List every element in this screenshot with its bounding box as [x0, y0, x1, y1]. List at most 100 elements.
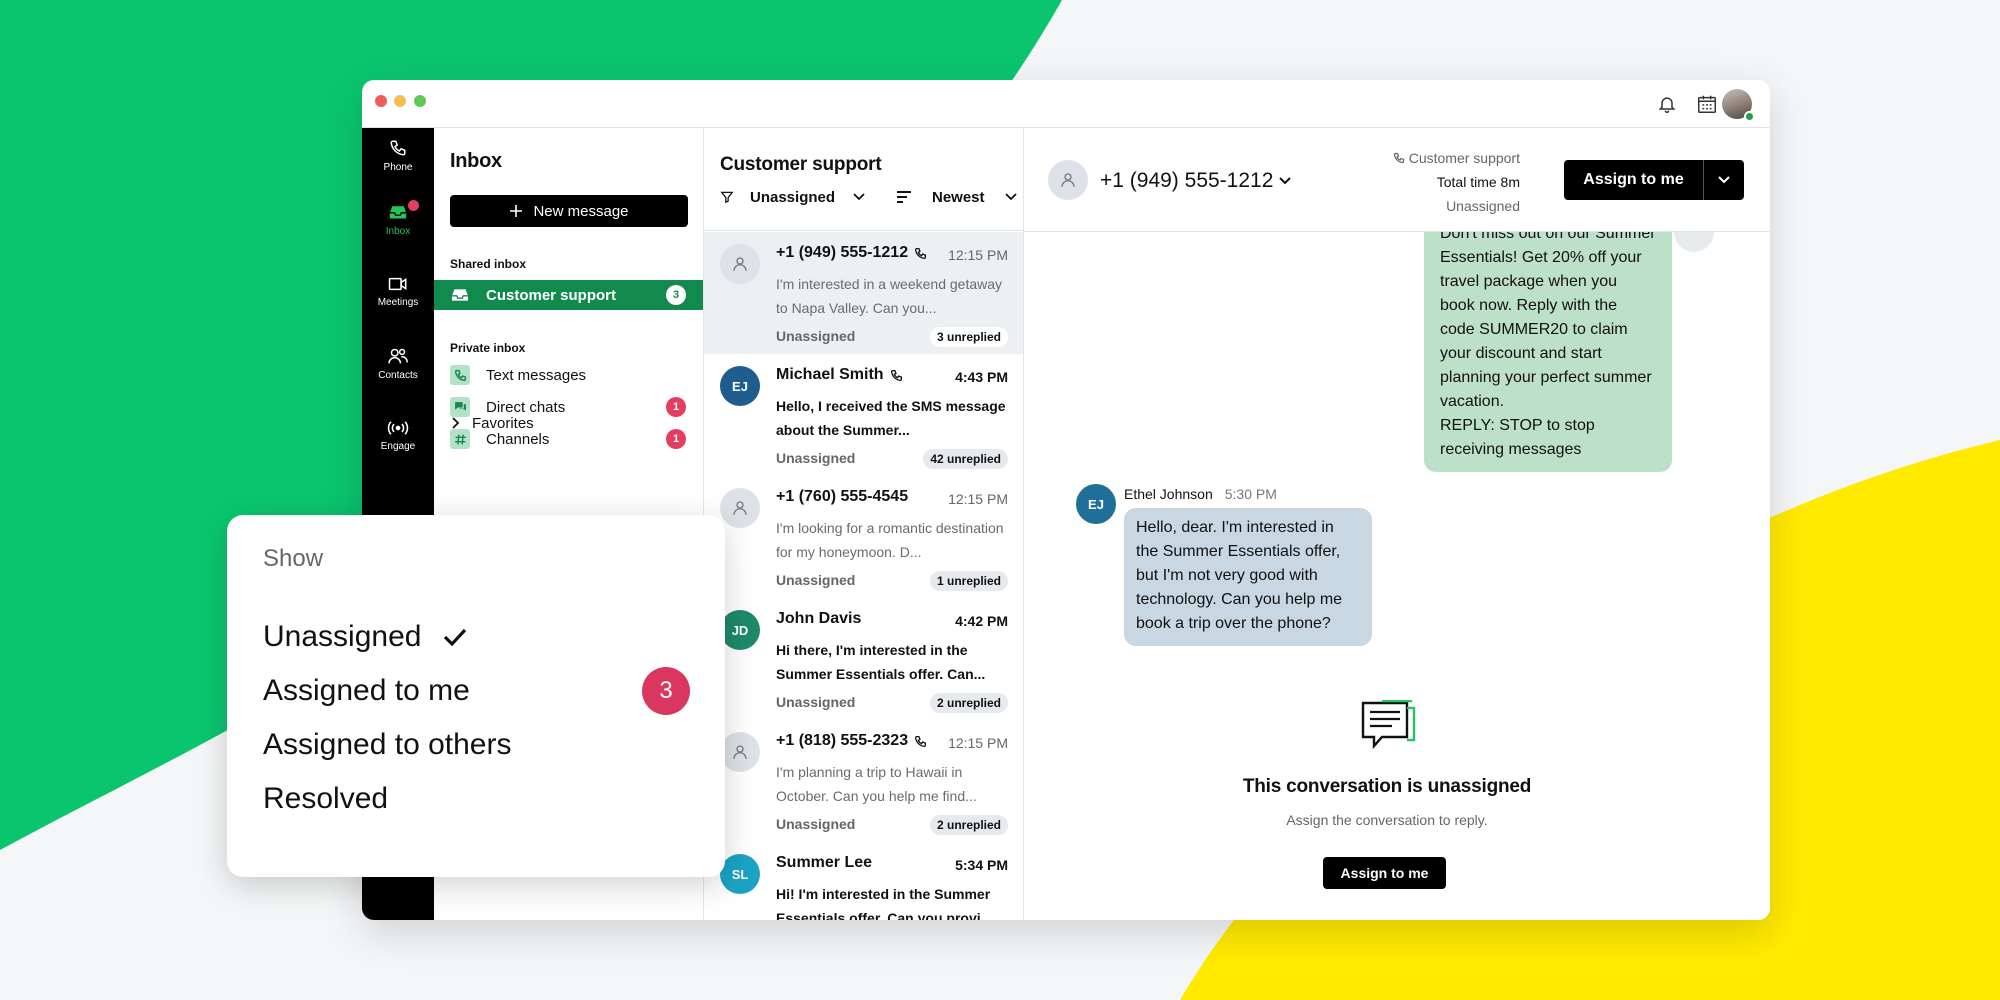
contacts-icon [388, 348, 408, 364]
rail-label: Inbox [385, 226, 411, 237]
online-status-dot [1744, 111, 1755, 122]
sort-dropdown[interactable]: Newest [896, 186, 1017, 208]
meta-inbox-name: Customer support [1408, 150, 1520, 166]
sidebar-item-text-messages[interactable]: Text messages [434, 360, 703, 390]
contact-avatar: JD [720, 610, 760, 650]
window-zoom-dot[interactable] [414, 95, 426, 107]
conversation-preview: I'm interested in a weekend getaway to N… [776, 276, 1003, 316]
contact-name: John Davis [776, 610, 862, 627]
call-icon [915, 247, 927, 259]
contact-name: +1 (949) 555-1212 [776, 244, 909, 261]
conversation-row[interactable]: JD John Davis 4:42 PM Hi there, I'm inte… [704, 598, 1023, 720]
window-minimize-dot[interactable] [394, 95, 406, 107]
conversation-time: 12:15 PM [948, 735, 1008, 751]
popover-option-unassigned[interactable]: Unassigned [263, 617, 467, 657]
rail-item-inbox[interactable]: Inbox [362, 192, 434, 248]
sidebar-item-customer-support[interactable]: Customer support 3 [434, 280, 703, 310]
conversation-time: 4:43 PM [955, 369, 1008, 385]
call-icon [890, 369, 902, 381]
bell-icon[interactable] [1653, 90, 1681, 118]
title-bar [362, 80, 1770, 128]
sidebar-title: Inbox [450, 150, 502, 172]
unreplied-badge: 3 unreplied [929, 327, 1008, 347]
conversation-row[interactable]: +1 (949) 555-1212 12:15 PM I'm intereste… [704, 232, 1023, 354]
rail-item-meetings[interactable]: Meetings [362, 264, 434, 320]
meta-inbox: Customer support [1393, 146, 1520, 170]
inbox-notification-dot [408, 200, 419, 211]
unreplied-badge: 42 unreplied [923, 449, 1008, 469]
conversation-row[interactable]: +1 (760) 555-4545 12:15 PM I'm looking f… [704, 476, 1023, 598]
filter-icon [720, 191, 734, 204]
rail-label: Phone [383, 162, 413, 173]
rail-label: Meetings [377, 297, 419, 308]
conversation-detail: +1 (949) 555-1212 Customer support Total… [1024, 128, 1770, 920]
checkmark-icon [443, 627, 467, 647]
calendar-icon[interactable] [1693, 90, 1721, 118]
contact-name: +1 (760) 555-4545 [776, 488, 909, 505]
contact-avatar [1048, 160, 1088, 200]
conversation-row[interactable]: EJ Michael Smith 4:43 PM Hello, I receiv… [704, 354, 1023, 476]
contact-avatar [720, 732, 760, 772]
sort-label: Newest [932, 188, 985, 206]
option-label: Unassigned [263, 620, 422, 653]
assignment-status: Unassigned [776, 816, 856, 832]
shared-inbox-heading: Shared inbox [450, 257, 527, 271]
popover-option-assigned-to-me[interactable]: Assigned to me [263, 671, 470, 711]
unreplied-badge: 1 unreplied [929, 571, 1008, 591]
conversation-row[interactable]: SL Summer Lee 5:34 PM Hi! I'm interested… [704, 842, 1023, 920]
sidebar-item-label: Text messages [486, 366, 587, 384]
inbox-icon [389, 206, 407, 219]
sender-name: Ethel Johnson [1124, 486, 1213, 502]
contact-avatar: SL [720, 854, 760, 894]
conversation-name: +1 (760) 555-4545 [776, 488, 908, 506]
favorites-toggle[interactable]: Favorites [450, 413, 534, 433]
call-icon [1393, 152, 1404, 164]
count-badge: 1 [666, 429, 686, 449]
unreplied-badge: 2 unreplied [929, 815, 1008, 835]
plus-icon [510, 205, 523, 217]
contact-name: Summer Lee [776, 854, 873, 871]
contact-phone-dropdown[interactable]: +1 (949) 555-1212 [1100, 169, 1292, 193]
assign-to-me-button[interactable]: Assign to me [1564, 160, 1704, 200]
phone-icon [390, 140, 406, 156]
broadcast-icon [387, 421, 409, 435]
window-close-dot[interactable] [375, 95, 387, 107]
person-icon [1061, 173, 1075, 187]
popover-option-assigned-to-others[interactable]: Assigned to others [263, 725, 511, 765]
option-label: Resolved [263, 782, 389, 815]
rail-item-engage[interactable]: Engage [362, 408, 434, 464]
assign-to-me-cta[interactable]: Assign to me [1323, 857, 1446, 889]
chevron-right-icon [452, 417, 460, 429]
conversation-preview: I'm looking for a romantic destination f… [776, 520, 1004, 560]
popover-option-resolved[interactable]: Resolved [263, 779, 388, 819]
conversation-time: 4:42 PM [955, 613, 1008, 629]
assign-options-button[interactable] [1704, 160, 1744, 200]
conversation-header: +1 (949) 555-1212 Customer support Total… [1024, 128, 1770, 232]
filter-label: Unassigned [750, 188, 836, 206]
conversation-list-title: Customer support [720, 154, 882, 175]
conversation-list: Customer support Unassigned Newest +1 (9… [704, 128, 1024, 920]
conversation-name: Michael Smith [776, 366, 903, 384]
unassigned-chat-icon [1361, 700, 1416, 750]
new-message-button[interactable]: New message [450, 195, 688, 227]
sidebar-item-label: Customer support [486, 286, 617, 304]
conversation-preview: Hello, I received the SMS message about … [776, 398, 1006, 438]
conversation-row[interactable]: +1 (818) 555-2323 12:15 PM I'm planning … [704, 720, 1023, 842]
unreplied-badge: 2 unreplied [929, 693, 1008, 713]
assignment-status: Unassigned [776, 572, 856, 588]
popover-header: Show [263, 545, 324, 572]
count-badge: 3 [666, 285, 686, 305]
rail-item-contacts[interactable]: Contacts [362, 336, 434, 392]
contact-name: Michael Smith [776, 366, 884, 383]
rail-label: Contacts [378, 370, 418, 381]
video-icon [388, 277, 407, 291]
inbox-tray-icon [450, 285, 470, 305]
unassigned-title: This conversation is unassigned [1242, 776, 1532, 797]
conversation-name: John Davis [776, 610, 861, 628]
contact-phone: +1 (949) 555-1212 [1100, 169, 1274, 192]
assignment-status: Unassigned [776, 328, 856, 344]
meta-status: Unassigned [1446, 198, 1520, 214]
assignment-filter-dropdown[interactable]: Unassigned [720, 186, 865, 208]
rail-item-phone[interactable]: Phone [362, 128, 434, 184]
user-avatar[interactable] [1722, 89, 1755, 122]
